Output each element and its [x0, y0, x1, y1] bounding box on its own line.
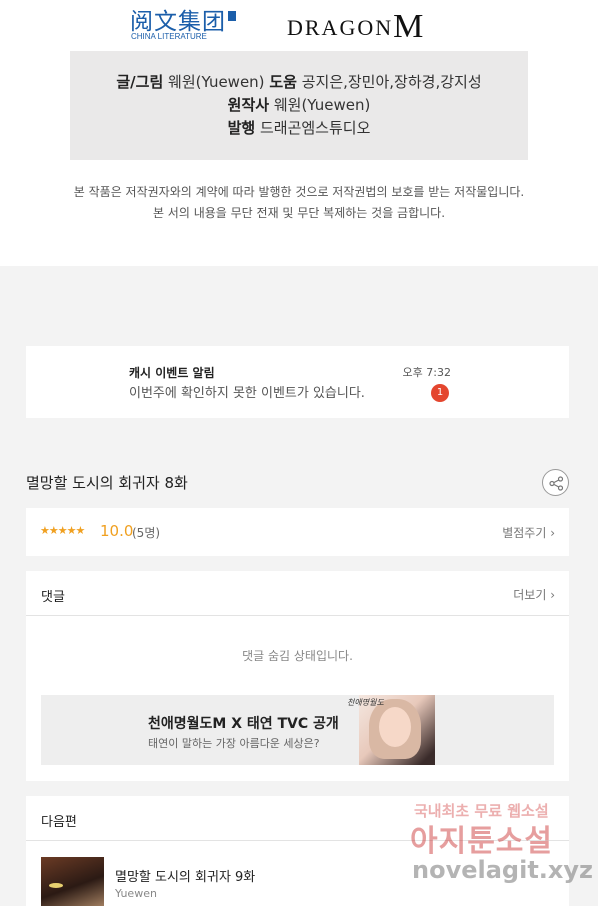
original-value: 웨원(Yuewen)	[273, 96, 371, 114]
banner-signature: 천애명월도	[347, 698, 384, 707]
rating-count: (5명)	[132, 526, 161, 540]
share-button[interactable]	[542, 469, 569, 496]
cash-event-notification[interactable]: 캐시 이벤트 알림 이번주에 확인하지 못한 이벤트가 있습니다. 오후 7:3…	[26, 346, 569, 418]
banner-subtitle: 태연이 말하는 가장 아름다운 세상은?	[148, 737, 320, 750]
banner-title: 천애명월도M X 태연 TVC 공개	[148, 716, 339, 732]
event-title: 캐시 이벤트 알림	[129, 366, 215, 380]
comments-hidden-message: 댓글 숨김 상태입니다.	[242, 649, 353, 663]
next-episode-label: 다음편	[41, 815, 77, 830]
publisher-value: 드래곤엠스튜디오	[259, 119, 371, 137]
writer-key: 글/그림	[116, 73, 164, 91]
portrait-face	[379, 707, 411, 747]
comments-header: 댓글 더보기 ›	[26, 571, 569, 616]
credits-writer-line: 글/그림 웨원(Yuewen) 도움 공지은,장민아,장하경,강지성	[70, 71, 528, 94]
credits-box: 글/그림 웨원(Yuewen) 도움 공지은,장민아,장하경,강지성 원작사 웨…	[70, 51, 528, 160]
episode-title: 멸망할 도시의 회귀자 8화	[26, 474, 188, 492]
event-message: 이번주에 확인하지 못한 이벤트가 있습니다.	[129, 386, 365, 401]
dragon-logo-mark: M	[393, 8, 426, 45]
credits-publisher-line: 발행 드래곤엠스튜디오	[70, 117, 528, 140]
help-value: 공지은,장민아,장하경,강지성	[301, 73, 482, 91]
comments-card: 댓글 더보기 › 댓글 숨김 상태입니다. 천애명월도M X 태연 TVC 공개…	[26, 571, 569, 781]
next-episode-author: Yuewen	[115, 887, 157, 900]
china-literature-logo: 阅文集团 CHINA LITERATURE	[130, 2, 236, 41]
credits-original-line: 원작사 웨원(Yuewen)	[70, 94, 528, 117]
next-episode-card: 다음편 멸망할 도시의 회귀자 9화 Yuewen	[26, 796, 569, 906]
dragon-m-logo: DRAGONM	[287, 6, 426, 45]
china-literature-logo-en: CHINA LITERATURE	[131, 32, 207, 41]
comments-label: 댓글	[41, 590, 65, 605]
next-episode-title[interactable]: 멸망할 도시의 회귀자 9화	[115, 866, 255, 885]
star-rating-icon: ★★★★★	[40, 524, 85, 537]
credits-section: 阅文集团 CHINA LITERATURE DRAGONM 글/그림 웨원(Yu…	[0, 0, 598, 266]
copyright-line-1: 본 작품은 저작권자와의 계약에 따라 발행한 것으로 저작권법의 보호를 받는…	[73, 185, 525, 199]
help-key: 도움	[269, 73, 297, 91]
dragon-logo-text: DRAGON	[287, 15, 394, 40]
publisher-logos: 阅文集团 CHINA LITERATURE DRAGONM	[0, 0, 598, 48]
rate-button[interactable]: 별점주기 ›	[502, 524, 555, 541]
original-key: 원작사	[227, 96, 270, 114]
copyright-notice: 본 작품은 저작권자와의 계약에 따라 발행한 것으로 저작권법의 보호를 받는…	[0, 182, 598, 224]
publisher-key: 발행	[227, 119, 256, 137]
banner-portrait-image: 천애명월도	[347, 695, 435, 765]
next-episode-header: 다음편	[26, 796, 569, 841]
copyright-line-2: 본 서의 내용을 무단 전재 및 무단 복제하는 것을 금합니다.	[152, 206, 446, 220]
thumbnail-eye	[49, 883, 63, 888]
flag-icon	[228, 11, 236, 21]
share-icon	[549, 476, 564, 491]
event-time: 오후 7:32	[402, 366, 451, 379]
rating-score: 10.0	[100, 522, 134, 540]
event-badge: 1	[431, 384, 449, 402]
ad-banner[interactable]: 천애명월도M X 태연 TVC 공개 태연이 말하는 가장 아름다운 세상은? …	[41, 695, 554, 765]
writer-value: 웨원(Yuewen)	[168, 73, 265, 91]
next-episode-thumbnail[interactable]	[41, 857, 104, 906]
comments-more-button[interactable]: 더보기 ›	[513, 586, 555, 603]
rating-card: ★★★★★ 10.0 (5명) 별점주기 ›	[26, 508, 569, 556]
